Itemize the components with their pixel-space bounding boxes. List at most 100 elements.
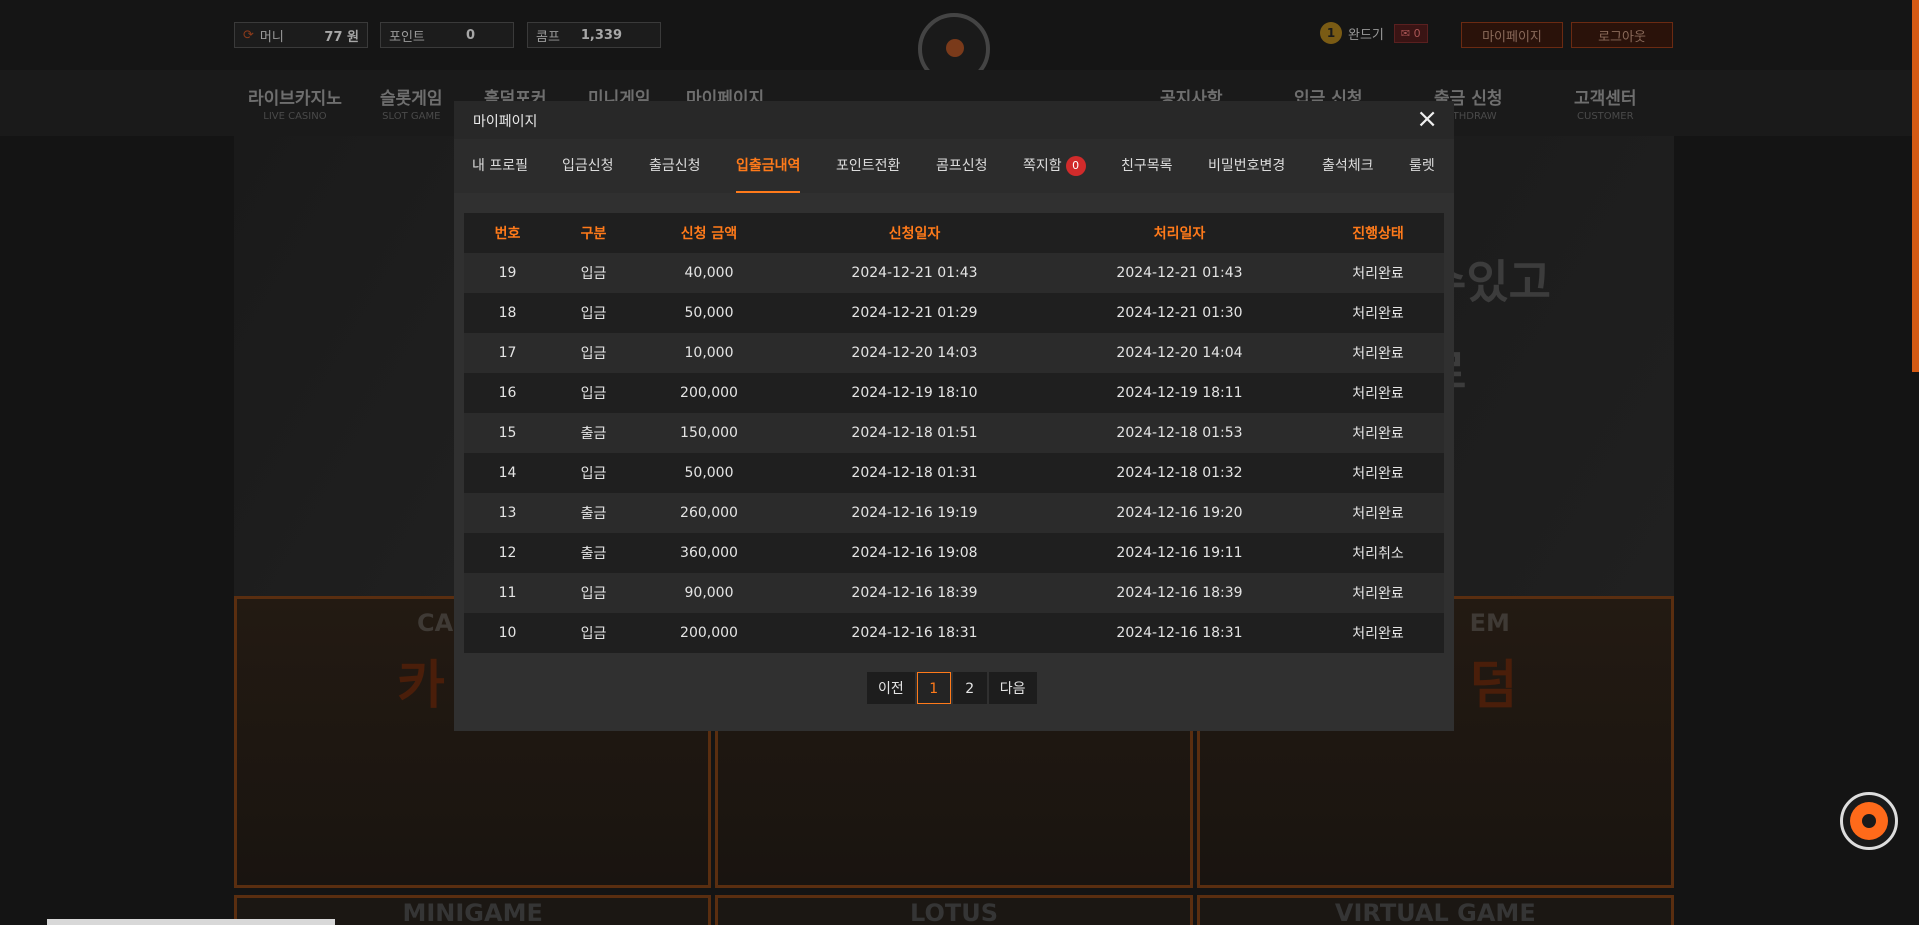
cell-type: 입금 bbox=[551, 293, 636, 333]
tab-messages[interactable]: 쪽지함 0 bbox=[1023, 139, 1086, 193]
wallet-comp-value: 1,339 bbox=[580, 27, 622, 43]
tab-withdraw[interactable]: 출금신청 bbox=[649, 139, 701, 193]
bottom-strip bbox=[47, 919, 335, 925]
modal-tabs: 내 프로필 입금신청 출금신청 입출금내역 포인트전환 콤프신청 쪽지함 0 친구… bbox=[454, 139, 1454, 193]
bottom-card-lotus[interactable]: LOTUS bbox=[715, 895, 1193, 925]
cell-status: 처리완료 bbox=[1312, 293, 1444, 333]
wallet-money-value: 77 원 bbox=[324, 29, 359, 45]
chat-float-button[interactable] bbox=[1840, 792, 1898, 850]
tab-profile[interactable]: 내 프로필 bbox=[472, 139, 528, 193]
cell-status: 처리완료 bbox=[1312, 333, 1444, 373]
card-tag: EM bbox=[1469, 609, 1510, 637]
cell-no: 17 bbox=[464, 333, 551, 373]
table-row: 18 입금 50,000 2024-12-21 01:29 2024-12-21 01:… bbox=[464, 293, 1444, 333]
cell-no: 11 bbox=[464, 573, 551, 613]
pager-next[interactable]: 다음 bbox=[988, 672, 1037, 704]
nav-label: 고객센터 bbox=[1574, 89, 1637, 109]
tab-friends[interactable]: 친구목록 bbox=[1121, 139, 1173, 193]
card-tag: CA bbox=[417, 609, 454, 637]
cell-request-date: 2024-12-18 01:31 bbox=[782, 453, 1047, 493]
mypage-modal: 마이페이지 × 내 프로필 입금신청 출금신청 입출금내역 포인트전환 콤프신청… bbox=[454, 101, 1454, 731]
close-icon[interactable]: × bbox=[1416, 105, 1438, 133]
cell-status: 처리완료 bbox=[1312, 613, 1444, 653]
cell-type: 입금 bbox=[551, 373, 636, 413]
pager-page-1[interactable]: 1 bbox=[916, 672, 951, 704]
cell-type: 입금 bbox=[551, 453, 636, 493]
chat-logo-icon bbox=[1850, 802, 1888, 840]
cell-type: 입금 bbox=[551, 613, 636, 653]
cell-type: 출금 bbox=[551, 413, 636, 453]
bottom-cards: MINIGAME LOTUS VIRTUAL GAME bbox=[234, 895, 1674, 925]
table-row: 14 입금 50,000 2024-12-18 01:31 2024-12-18 01:… bbox=[464, 453, 1444, 493]
card-title: 덤 bbox=[1469, 656, 1518, 716]
scrollbar-thumb[interactable] bbox=[1912, 0, 1919, 372]
level-badge: 1 bbox=[1320, 22, 1342, 44]
col-header-no: 번호 bbox=[464, 213, 551, 253]
tab-point-convert[interactable]: 포인트전환 bbox=[836, 139, 900, 193]
cell-amount: 360,000 bbox=[636, 533, 782, 573]
modal-header: 마이페이지 × bbox=[454, 101, 1454, 139]
tab-roulette[interactable]: 룰렛 bbox=[1409, 139, 1435, 193]
tab-change-password[interactable]: 비밀번호변경 bbox=[1208, 139, 1285, 193]
cell-status: 처리완료 bbox=[1312, 373, 1444, 413]
table-row: 17 입금 10,000 2024-12-20 14:03 2024-12-20 14:… bbox=[464, 333, 1444, 373]
nav-live-casino[interactable]: 라이브카지노 LIVE CASINO bbox=[248, 84, 342, 122]
cell-process-date: 2024-12-18 01:53 bbox=[1047, 413, 1312, 453]
bottom-card-virtual[interactable]: VIRTUAL GAME bbox=[1196, 895, 1674, 925]
cell-no: 15 bbox=[464, 413, 551, 453]
wallet-point-label: 포인트 bbox=[389, 29, 425, 45]
cell-no: 12 bbox=[464, 533, 551, 573]
cell-no: 16 bbox=[464, 373, 551, 413]
cell-process-date: 2024-12-16 18:39 bbox=[1047, 573, 1312, 613]
top-bar: ⟳ 머니 77 원 포인트 0 콤프 1,339 1 완드기 ✉ 0 마이페이지… bbox=[0, 0, 1919, 85]
tab-deposit[interactable]: 입금신청 bbox=[562, 139, 614, 193]
cell-process-date: 2024-12-21 01:30 bbox=[1047, 293, 1312, 333]
wallet-point: 포인트 0 bbox=[380, 22, 514, 48]
modal-title: 마이페이지 bbox=[473, 114, 538, 130]
cell-amount: 10,000 bbox=[636, 333, 782, 373]
cell-process-date: 2024-12-18 01:32 bbox=[1047, 453, 1312, 493]
cell-amount: 200,000 bbox=[636, 613, 782, 653]
cell-amount: 150,000 bbox=[636, 413, 782, 453]
cell-amount: 90,000 bbox=[636, 573, 782, 613]
message-badge[interactable]: ✉ 0 bbox=[1393, 23, 1428, 43]
cell-request-date: 2024-12-16 18:31 bbox=[782, 613, 1047, 653]
cell-process-date: 2024-12-21 01:43 bbox=[1047, 253, 1312, 293]
pagination: 이전 1 2 다음 bbox=[867, 672, 1039, 704]
nav-sublabel: LIVE CASINO bbox=[263, 111, 327, 122]
refresh-icon[interactable]: ⟳ bbox=[243, 28, 254, 43]
cell-process-date: 2024-12-20 14:04 bbox=[1047, 333, 1312, 373]
wallet-money: ⟳ 머니 77 원 bbox=[234, 22, 368, 48]
pager-page-2[interactable]: 2 bbox=[952, 672, 987, 704]
tab-comp[interactable]: 콤프신청 bbox=[936, 139, 988, 193]
tab-transaction-history[interactable]: 입출금내역 bbox=[736, 139, 801, 193]
wallet-comp-label: 콤프 bbox=[536, 29, 560, 45]
tab-attendance[interactable]: 출석체크 bbox=[1322, 139, 1374, 193]
nav-customer[interactable]: 고객센터 CUSTOMER bbox=[1574, 84, 1637, 122]
table-row: 12 출금 360,000 2024-12-16 19:08 2024-12-16 19… bbox=[464, 533, 1444, 573]
user-info: 1 완드기 ✉ 0 bbox=[1320, 22, 1428, 44]
cell-request-date: 2024-12-20 14:03 bbox=[782, 333, 1047, 373]
col-header-process-date: 처리일자 bbox=[1047, 213, 1312, 253]
logout-button[interactable]: 로그아웃 bbox=[1571, 22, 1673, 48]
table-row: 19 입금 40,000 2024-12-21 01:43 2024-12-21 01:… bbox=[464, 253, 1444, 293]
nav-label: 슬롯게임 bbox=[380, 89, 443, 109]
tab-messages-label: 쪽지함 bbox=[1023, 158, 1062, 174]
message-count: 0 bbox=[1413, 26, 1421, 40]
table-row: 16 입금 200,000 2024-12-19 18:10 2024-12-19 18… bbox=[464, 373, 1444, 413]
cell-status: 처리취소 bbox=[1312, 533, 1444, 573]
cell-status: 처리완료 bbox=[1312, 493, 1444, 533]
cell-amount: 50,000 bbox=[636, 453, 782, 493]
cell-type: 출금 bbox=[551, 493, 636, 533]
nav-slot-game[interactable]: 슬롯게임 SLOT GAME bbox=[380, 84, 443, 122]
cell-request-date: 2024-12-18 01:51 bbox=[782, 413, 1047, 453]
message-count-badge: 0 bbox=[1065, 156, 1086, 176]
cell-amount: 200,000 bbox=[636, 373, 782, 413]
pager-prev[interactable]: 이전 bbox=[867, 672, 915, 704]
cell-status: 처리완료 bbox=[1312, 253, 1444, 293]
cell-request-date: 2024-12-19 18:10 bbox=[782, 373, 1047, 413]
cell-status: 처리완료 bbox=[1312, 413, 1444, 453]
mypage-button[interactable]: 마이페이지 bbox=[1461, 22, 1563, 48]
cell-process-date: 2024-12-16 18:31 bbox=[1047, 613, 1312, 653]
nav-sublabel: CUSTOMER bbox=[1577, 111, 1634, 122]
